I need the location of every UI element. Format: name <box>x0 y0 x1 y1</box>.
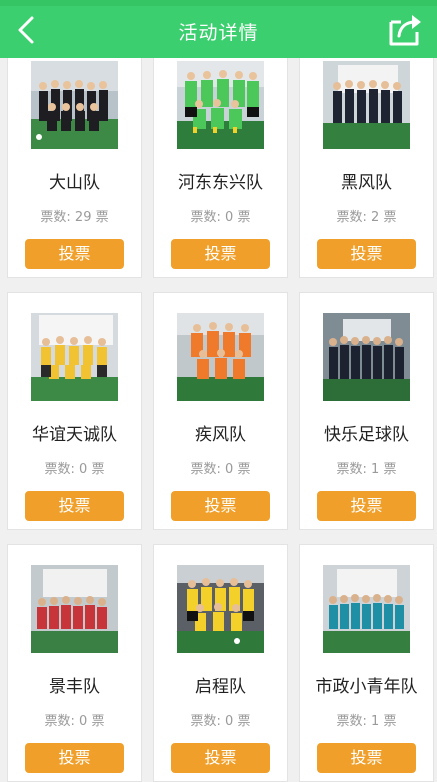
team-photo <box>177 565 264 653</box>
app-header: 活动详情 <box>0 0 437 58</box>
vote-button[interactable]: 投票 <box>25 239 124 269</box>
status-bar <box>0 0 437 6</box>
team-photo <box>31 61 118 149</box>
team-photo <box>177 61 264 149</box>
team-card: 华谊天诚队 票数: 0 票 投票 <box>7 292 142 530</box>
team-photo <box>323 565 410 653</box>
vote-button[interactable]: 投票 <box>25 743 124 773</box>
vote-button[interactable]: 投票 <box>171 491 270 521</box>
vote-button[interactable]: 投票 <box>171 743 270 773</box>
team-name: 景丰队 <box>49 677 100 697</box>
vote-button[interactable]: 投票 <box>317 239 416 269</box>
team-photo <box>177 313 264 401</box>
team-photo <box>323 313 410 401</box>
vote-button[interactable]: 投票 <box>317 491 416 521</box>
vote-count: 票数: 0 票 <box>190 210 251 225</box>
team-photo <box>31 565 118 653</box>
vote-count: 票数: 0 票 <box>190 714 251 729</box>
team-name: 河东东兴队 <box>178 173 263 193</box>
team-card: 大山队 票数: 29 票 投票 <box>7 40 142 278</box>
team-name: 快乐足球队 <box>324 425 409 445</box>
team-name: 启程队 <box>195 677 246 697</box>
vote-count: 票数: 0 票 <box>190 462 251 477</box>
vote-button[interactable]: 投票 <box>171 239 270 269</box>
share-icon <box>389 15 421 46</box>
vote-count: 票数: 1 票 <box>336 714 397 729</box>
team-photo <box>31 313 118 401</box>
team-name: 华谊天诚队 <box>32 425 117 445</box>
page-title: 活动详情 <box>178 22 259 44</box>
vote-count: 票数: 1 票 <box>336 462 397 477</box>
vote-count: 票数: 0 票 <box>44 462 105 477</box>
vote-count: 票数: 2 票 <box>336 210 397 225</box>
vote-count: 票数: 0 票 <box>44 714 105 729</box>
team-card: 疾风队 票数: 0 票 投票 <box>153 292 288 530</box>
team-photo <box>323 61 410 149</box>
team-name: 疾风队 <box>195 425 246 445</box>
team-card: 启程队 票数: 0 票 投票 <box>153 544 288 782</box>
vote-button[interactable]: 投票 <box>25 491 124 521</box>
team-name: 市政小青年队 <box>315 677 418 697</box>
team-name: 黑风队 <box>341 173 392 193</box>
share-button[interactable] <box>387 12 423 48</box>
vote-count: 票数: 29 票 <box>40 210 109 225</box>
vote-button[interactable]: 投票 <box>317 743 416 773</box>
team-card: 快乐足球队 票数: 1 票 投票 <box>299 292 434 530</box>
team-name: 大山队 <box>49 173 100 193</box>
team-card: 河东东兴队 票数: 0 票 投票 <box>153 40 288 278</box>
team-card: 市政小青年队 票数: 1 票 投票 <box>299 544 434 782</box>
team-card: 黑风队 票数: 2 票 投票 <box>299 40 434 278</box>
team-card: 景丰队 票数: 0 票 投票 <box>7 544 142 782</box>
